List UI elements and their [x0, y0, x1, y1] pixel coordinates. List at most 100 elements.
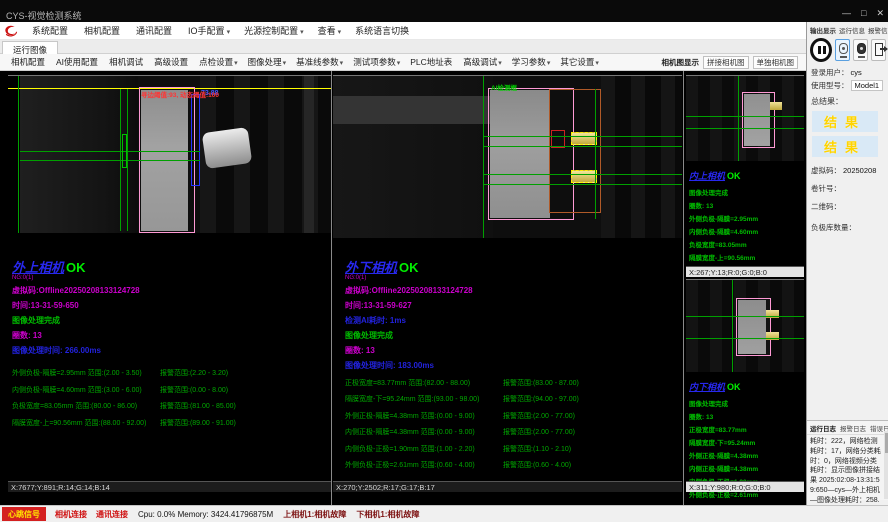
cam1-viewport[interactable]: 73.88 寻边阈值:93, 动态阈值:100	[8, 75, 331, 233]
measure-row: 外侧正极-隔膜=4.38mm 范围:(0.00 - 9.00)报警范围:(2.0…	[345, 411, 675, 421]
cam3-line: 圈数: 13	[689, 200, 803, 210]
cam4-line: 内侧正极-隔膜=4.38mm	[689, 463, 803, 473]
view-mode-label: 相机图显示	[662, 57, 700, 68]
total-result-label: 总结果：	[807, 91, 888, 107]
log-tabs: 运行日志 报警日志 错误日志	[807, 421, 888, 435]
cam1-time: 时间:13-31-59-650	[12, 300, 327, 311]
menu-item-comm-config[interactable]: 通讯配置	[129, 24, 181, 37]
log-scrollbar-thumb[interactable]	[885, 433, 888, 453]
app-window: CYS-视觉检测系统 — □ ✕ 系统配置 相机配置 通讯配置 IO手配置▾ 光…	[0, 0, 888, 522]
main-view-area: 73.88 寻边阈值:93, 动态阈值:100 外上相机OK NG:0(1) 虚…	[0, 71, 806, 505]
cam2-time: 时间:13-31-59-627	[345, 300, 675, 311]
camera-view-button[interactable]	[835, 39, 850, 61]
menu-item-view[interactable]: 查看▾	[311, 24, 349, 37]
cam3-results: 内上相机OK 图像处理完成 圈数: 13 外侧负极-隔膜=2.95mm 内侧负极…	[689, 166, 803, 275]
cam4-viewport[interactable]	[686, 279, 804, 372]
toolbar-camera-debug[interactable]: 相机调试	[104, 56, 149, 68]
dock-tab-output[interactable]: 输出显示	[810, 25, 836, 35]
tab-strip: 运行图像	[0, 40, 806, 54]
cam3-title: 内上相机	[689, 172, 725, 182]
toolbar-image-processing[interactable]: 图像处理▾	[243, 56, 292, 68]
cam1-done: 图像处理完成	[12, 315, 327, 326]
measure-row: 隔膜宽度-下=95.24mm 范围:(93.00 - 98.00)报警范围:(9…	[345, 394, 675, 404]
toolbar-plc-address-table[interactable]: PLC地址表	[405, 56, 458, 68]
cam2-results: 外下相机OK NG:0(1) 虚拟码:Offline20250208133124…	[345, 257, 675, 470]
toolbar-advanced-settings[interactable]: 高级设置	[149, 56, 194, 68]
cam1-proc-time: 图像处理时间: 266.00ms	[12, 345, 327, 356]
green-guide-line	[20, 160, 200, 161]
model-label: 使用型号：	[811, 80, 849, 91]
measure-row: 负极宽度=83.05mm 范围:(80.00 - 86.00)报警范围:(81.…	[12, 401, 327, 411]
green-guide-line	[483, 184, 682, 185]
toolbar-baseline-params[interactable]: 基准线参数▾	[291, 56, 348, 68]
measure-row: 外侧负极-正极=2.61mm 范围:(0.60 - 4.00)报警范围:(0.6…	[345, 460, 675, 470]
log-tab-run[interactable]: 运行日志	[810, 423, 836, 433]
view-separator	[683, 71, 684, 505]
comm-connect-indicator: 通讯连接	[96, 509, 128, 520]
minimize-button[interactable]: —	[842, 8, 851, 18]
cam3-line: 内侧负极-隔膜=4.60mm	[689, 226, 803, 236]
roi-orange-box	[549, 89, 601, 213]
dock-buttons	[807, 37, 888, 65]
cam3-coords-bar: X:267;Y:13;R:0;G:0;B:0	[686, 266, 804, 277]
pause-button[interactable]	[810, 38, 832, 62]
cam2-viewport[interactable]: AI检测框	[333, 75, 682, 238]
green-guide-line	[686, 316, 804, 317]
cam3-viewport[interactable]	[686, 75, 804, 161]
menu-item-camera-config[interactable]: 相机配置	[77, 24, 129, 37]
cam4-line: 隔膜宽度-下=95.24mm	[689, 437, 803, 447]
cam4-coords-bar: X:311;Y:980;R:0;G:0;B:0	[686, 481, 804, 492]
cam3-status: OK	[727, 171, 741, 181]
toolbar-spot-check-settings[interactable]: 点检设置▾	[194, 56, 243, 68]
ai-detect-box-label: AI检测框	[491, 82, 517, 92]
machine-right	[601, 76, 682, 238]
gripper-clamp	[202, 127, 253, 169]
green-marker-box	[122, 134, 127, 168]
cam1-title: 外上相机	[12, 261, 64, 276]
maximize-button[interactable]: □	[861, 8, 866, 18]
log-panel: 运行日志 报警日志 错误日志 耗时：222，网络检测耗时：17，网络分类耗时：0…	[807, 420, 888, 500]
toolbar-ai-use-config[interactable]: AI使用配置	[51, 56, 104, 68]
log-tab-alarm[interactable]: 报警日志	[840, 423, 866, 433]
view-mode-single[interactable]: 单独相机图	[753, 56, 799, 69]
login-user-label: 登录用户：	[811, 67, 849, 78]
tab-run-image[interactable]: 运行图像	[2, 41, 58, 55]
cam2-coords-bar: X:270;Y:2502;R:17;G:17;B:17	[333, 481, 682, 492]
menu-item-language-switch[interactable]: 系统语言切换	[348, 24, 418, 37]
green-guide-line	[595, 89, 596, 219]
cam3-line: 负极宽度=83.05mm	[689, 239, 803, 249]
toolbar-test-item-params[interactable]: 测试项参数▾	[348, 56, 405, 68]
cam2-count: 圈数: 13	[345, 345, 675, 356]
toolbar-other-settings[interactable]: 其它设置▾	[555, 56, 604, 68]
dock-tab-alarm-info[interactable]: 报警信息	[868, 25, 888, 35]
toolbar-advanced-debug[interactable]: 高级调试▾	[458, 56, 507, 68]
qr-code-label: 二维码：	[811, 201, 841, 212]
window-title: CYS-视觉检测系统	[6, 9, 82, 22]
cam4-status: OK	[727, 382, 741, 392]
cam1-count: 圈数: 13	[12, 330, 327, 341]
cam3-line: 隔膜宽度-上=90.56mm	[689, 252, 803, 262]
green-guide-line	[18, 76, 19, 233]
green-guide-line	[483, 146, 682, 147]
menu-item-io-hand-config[interactable]: IO手配置▾	[181, 24, 237, 37]
menu-item-system-config[interactable]: 系统配置	[25, 24, 77, 37]
measure-row: 正极宽度=83.77mm 范围:(82.00 - 88.00)报警范围:(83.…	[345, 378, 675, 388]
log-scrollbar[interactable]	[884, 431, 888, 499]
cpu-memory-status: Cpu: 0.0% Memory: 3424.41796875M	[138, 510, 273, 519]
close-button[interactable]: ✕	[876, 8, 884, 18]
model-value[interactable]: Model1	[851, 80, 884, 91]
green-guide-line	[483, 136, 682, 137]
green-guide-line	[483, 174, 682, 175]
cam4-line: 正极宽度=83.77mm	[689, 424, 803, 434]
exit-button[interactable]	[871, 39, 886, 61]
measure-row: 内侧正极-隔膜=4.38mm 范围:(0.00 - 9.00)报警范围:(2.0…	[345, 427, 675, 437]
dock-tab-run-info[interactable]: 运行信息	[839, 25, 865, 35]
camera-dark-button[interactable]	[853, 39, 868, 61]
vcode-value: 20250208	[843, 166, 876, 175]
lower-camera-fault: 下相机1:相机故障	[356, 509, 419, 520]
menu-item-light-control-config[interactable]: 光源控制配置▾	[237, 24, 311, 37]
toolbar-camera-config[interactable]: 相机配置	[6, 56, 51, 68]
toolbar-learning-params[interactable]: 学习参数▾	[507, 56, 556, 68]
view-mode-stitched[interactable]: 拼接相机图	[703, 56, 749, 69]
webcam-icon	[839, 43, 848, 54]
